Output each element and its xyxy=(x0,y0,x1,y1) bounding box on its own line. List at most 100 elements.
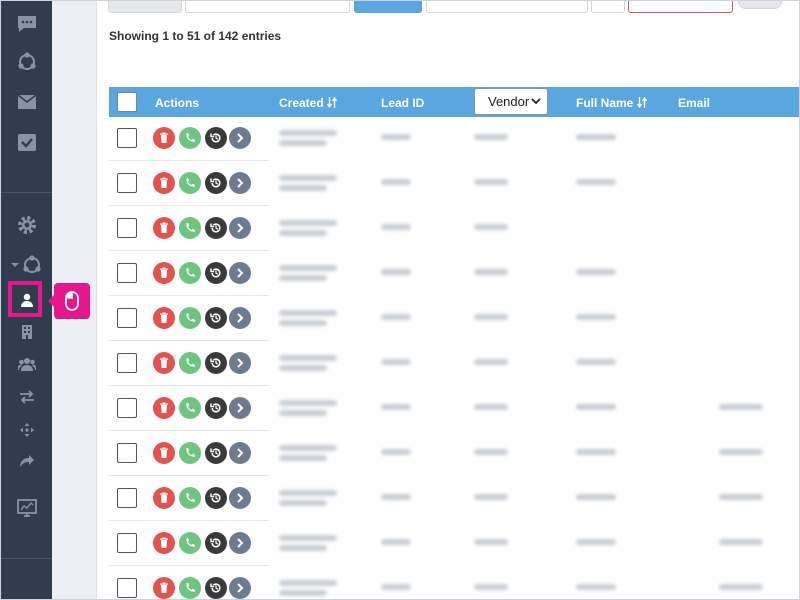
move-crosshair-icon[interactable] xyxy=(1,421,52,439)
redacted-cell xyxy=(381,494,411,500)
history-button[interactable] xyxy=(205,262,227,284)
call-lead-button[interactable] xyxy=(179,262,201,284)
call-lead-button[interactable] xyxy=(179,397,201,419)
monitor-analytics-icon[interactable] xyxy=(1,497,52,519)
row-checkbox[interactable] xyxy=(117,533,137,553)
call-lead-button[interactable] xyxy=(179,442,201,464)
history-button[interactable] xyxy=(205,127,227,149)
row-checkbox[interactable] xyxy=(117,488,137,508)
delete-lead-button[interactable] xyxy=(153,487,175,509)
building-icon[interactable] xyxy=(1,323,52,341)
redacted-cell xyxy=(381,449,411,455)
delete-lead-button[interactable] xyxy=(153,172,175,194)
open-lead-button[interactable] xyxy=(229,532,251,554)
sidebar-divider-bottom xyxy=(1,558,52,559)
row-checkbox[interactable] xyxy=(117,128,137,148)
settings-gear-icon[interactable] xyxy=(1,212,52,238)
history-button[interactable] xyxy=(205,217,227,239)
call-lead-button[interactable] xyxy=(179,532,201,554)
tasks-icon[interactable] xyxy=(1,129,52,155)
call-lead-button[interactable] xyxy=(179,577,201,599)
call-lead-button[interactable] xyxy=(179,172,201,194)
delete-lead-button[interactable] xyxy=(153,307,175,329)
sidebar-divider xyxy=(1,192,52,193)
history-icon xyxy=(210,357,222,369)
redacted-cell xyxy=(381,134,411,140)
call-lead-button[interactable] xyxy=(179,487,201,509)
call-lead-button[interactable] xyxy=(179,352,201,374)
history-button[interactable] xyxy=(205,172,227,194)
transfer-arrows-icon[interactable] xyxy=(1,388,52,406)
open-lead-button[interactable] xyxy=(229,217,251,239)
select-all-checkbox[interactable] xyxy=(117,92,137,112)
chevron-right-icon xyxy=(235,537,245,549)
delete-lead-button[interactable] xyxy=(153,217,175,239)
history-button[interactable] xyxy=(205,397,227,419)
history-icon xyxy=(210,537,222,549)
search-input[interactable] xyxy=(426,1,588,13)
row-checkbox[interactable] xyxy=(117,398,137,418)
phone-icon xyxy=(184,537,196,549)
open-lead-button[interactable] xyxy=(229,487,251,509)
redacted-cell xyxy=(719,449,763,455)
column-full-name-label: Full Name xyxy=(576,96,634,110)
row-checkbox[interactable] xyxy=(117,263,137,283)
phone-icon xyxy=(184,492,196,504)
row-checkbox[interactable] xyxy=(117,353,137,373)
column-created[interactable]: Created xyxy=(279,96,338,110)
redacted-cell xyxy=(279,220,337,226)
delete-lead-button[interactable] xyxy=(153,532,175,554)
delete-lead-button[interactable] xyxy=(153,262,175,284)
call-lead-button[interactable] xyxy=(179,127,201,149)
delete-lead-button[interactable] xyxy=(153,397,175,419)
call-lead-button[interactable] xyxy=(179,307,201,329)
delete-lead-button[interactable] xyxy=(153,577,175,599)
group-icon[interactable] xyxy=(1,355,52,373)
delete-lead-button[interactable] xyxy=(153,352,175,374)
history-button[interactable] xyxy=(205,307,227,329)
phone-icon xyxy=(184,582,196,594)
history-button[interactable] xyxy=(205,577,227,599)
redacted-cell xyxy=(279,130,337,136)
open-lead-button[interactable] xyxy=(229,442,251,464)
network-menu-icon[interactable] xyxy=(1,252,52,278)
page-size-select[interactable] xyxy=(591,1,625,13)
forward-share-icon[interactable] xyxy=(1,452,52,470)
row-checkbox[interactable] xyxy=(117,218,137,238)
redacted-cell xyxy=(381,404,411,410)
open-lead-button[interactable] xyxy=(229,577,251,599)
danger-button[interactable] xyxy=(628,1,733,13)
redacted-cell xyxy=(279,400,337,406)
delete-lead-button[interactable] xyxy=(153,442,175,464)
history-button[interactable] xyxy=(205,532,227,554)
row-checkbox[interactable] xyxy=(117,173,137,193)
redacted-cell xyxy=(474,134,508,140)
call-lead-button[interactable] xyxy=(179,217,201,239)
vendor-filter-select[interactable]: Vendor xyxy=(474,88,548,115)
search-button[interactable] xyxy=(354,1,422,13)
row-checkbox[interactable] xyxy=(117,308,137,328)
open-lead-button[interactable] xyxy=(229,127,251,149)
chat-icon[interactable] xyxy=(1,11,52,37)
open-lead-button[interactable] xyxy=(229,172,251,194)
open-lead-button[interactable] xyxy=(229,262,251,284)
open-lead-button[interactable] xyxy=(229,307,251,329)
history-icon xyxy=(210,312,222,324)
filter-input[interactable] xyxy=(185,1,350,13)
toolbar-button[interactable] xyxy=(108,1,182,13)
highlight-box xyxy=(8,281,42,317)
chevron-right-icon xyxy=(235,177,245,189)
row-checkbox[interactable] xyxy=(117,578,137,598)
history-button[interactable] xyxy=(205,487,227,509)
mail-icon[interactable] xyxy=(1,89,52,115)
history-button[interactable] xyxy=(205,352,227,374)
open-lead-button[interactable] xyxy=(229,352,251,374)
row-checkbox[interactable] xyxy=(117,443,137,463)
history-button[interactable] xyxy=(205,442,227,464)
network-icon[interactable] xyxy=(1,49,52,75)
open-lead-button[interactable] xyxy=(229,397,251,419)
toggle-pill[interactable] xyxy=(738,1,782,9)
redacted-cell xyxy=(719,404,763,410)
delete-lead-button[interactable] xyxy=(153,127,175,149)
column-full-name[interactable]: Full Name xyxy=(576,96,647,110)
